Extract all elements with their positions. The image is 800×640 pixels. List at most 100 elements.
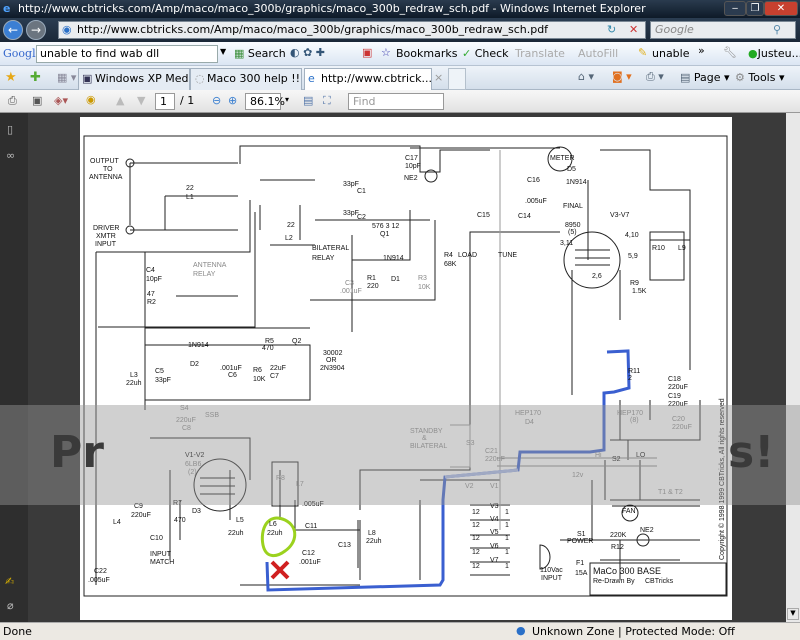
component-label: HEP170 <box>515 410 541 417</box>
component-label: C14 <box>518 213 531 220</box>
component-label: RELAY <box>193 271 216 278</box>
component-label: 220uF <box>668 401 688 408</box>
globe-icon: ● <box>516 624 526 637</box>
component-label: C21 <box>485 448 498 455</box>
component-label: SSB <box>205 412 219 419</box>
component-label: D3 <box>192 508 201 515</box>
filament-voltage-label: 12 <box>472 509 480 516</box>
component-label: 22uh <box>366 538 382 545</box>
component-label: 220uF <box>176 417 196 424</box>
component-label: L5 <box>236 517 244 524</box>
component-label: 2 <box>628 375 632 382</box>
component-label: RELAY <box>312 255 335 262</box>
schematic-diagram: OUTPUTTOANTENNADRIVERXMTRINPUT22L122L233… <box>83 135 728 597</box>
status-bar: Done ● Unknown Zone | Protected Mode: Of… <box>0 622 800 640</box>
filament-voltage-label: 12 <box>472 522 480 529</box>
component-label: ANTENNA <box>193 262 227 269</box>
component-label: 3,11 <box>560 240 573 247</box>
component-label: Hi <box>595 452 602 459</box>
component-label: V5 <box>490 529 499 536</box>
component-label: & <box>422 435 427 442</box>
component-label: S4 <box>180 405 189 412</box>
component-label: C6 <box>228 372 237 379</box>
component-label: (8) <box>630 417 639 424</box>
component-label: INPUT <box>541 575 563 582</box>
component-label: R11 <box>628 368 640 375</box>
component-label: MATCH <box>150 559 174 566</box>
component-label: LO <box>636 452 646 459</box>
component-label: 220uF <box>672 424 692 431</box>
component-label: DRIVER <box>93 225 119 232</box>
component-label: R5 <box>265 338 274 345</box>
component-label: STANDBY <box>410 428 443 435</box>
component-label: 220 <box>367 283 379 290</box>
component-label: INPUT <box>150 551 172 558</box>
component-label: TO <box>103 166 113 173</box>
component-label: L6 <box>269 521 277 528</box>
component-label: D2 <box>190 361 199 368</box>
component-label: 6LB6 <box>185 461 201 468</box>
component-label: TUNE <box>498 252 517 259</box>
component-label: D4 <box>525 419 534 426</box>
component-label: ANTENNA <box>89 174 123 181</box>
component-labels: OUTPUTTOANTENNADRIVERXMTRINPUT22L122L233… <box>88 155 692 584</box>
component-label: C16 <box>527 177 540 184</box>
component-label: R9 <box>630 280 639 287</box>
component-label: 220K <box>610 532 627 539</box>
light-blue-highlight-path <box>444 468 519 479</box>
author-label: CBTricks <box>645 578 674 585</box>
component-label: OR <box>326 357 337 364</box>
component-label: C7 <box>270 373 279 380</box>
component-label: 68K <box>444 261 457 268</box>
component-label: 2N3904 <box>320 365 345 372</box>
schematic-title: MaCo 300 BASE <box>593 566 661 576</box>
component-label: C5 <box>155 368 164 375</box>
component-label: L9 <box>678 245 686 252</box>
component-label: 10K <box>418 284 431 291</box>
component-label: V1 <box>490 483 499 490</box>
component-label: V3-V7 <box>610 212 630 219</box>
component-label: XMTR <box>96 233 116 240</box>
component-label: METER <box>550 155 575 162</box>
component-label: V6 <box>490 543 499 550</box>
component-label: C17 <box>405 155 418 162</box>
component-label: 22uh <box>126 380 142 387</box>
component-label: C11 <box>305 523 317 530</box>
component-label: S3 <box>466 440 475 447</box>
component-label: 220uF <box>485 456 505 463</box>
component-label: 470 <box>174 517 186 524</box>
component-label: R12 <box>611 544 624 551</box>
component-label: .001uF <box>220 365 242 372</box>
component-label: D1 <box>391 276 400 283</box>
component-label: .001uF <box>299 559 321 566</box>
component-label: T1 & T2 <box>658 489 683 496</box>
component-label: 10pF <box>405 163 421 170</box>
security-zone[interactable]: Unknown Zone | Protected Mode: Off <box>532 625 735 638</box>
component-label: 2,6 <box>592 273 602 280</box>
component-label: 576 3 12 <box>372 223 399 230</box>
component-label: 110Vac <box>540 567 563 574</box>
component-label: C12 <box>302 550 315 557</box>
component-label: POWER <box>567 538 593 545</box>
component-label: BILATERAL <box>312 245 349 252</box>
component-label: FAN <box>622 508 636 515</box>
component-label: OUTPUT <box>90 158 120 165</box>
component-label: S2 <box>612 456 621 463</box>
copyright-notice: Copyright © 1998 1999 CBTricks, All righ… <box>718 398 726 560</box>
component-label: 47 <box>147 291 155 298</box>
filament-voltage-label: 1 <box>505 535 509 542</box>
component-label: C20 <box>672 416 685 423</box>
component-label: V3 <box>490 503 499 510</box>
component-label: .005uF <box>302 501 324 508</box>
component-label: 15A <box>575 570 588 577</box>
component-label: D5 <box>567 166 576 173</box>
filament-voltage-label: 1 <box>505 549 509 556</box>
component-label: C18 <box>668 376 681 383</box>
component-label: F1 <box>576 560 584 567</box>
component-label: C15 <box>477 212 490 219</box>
component-label: V7 <box>490 557 499 564</box>
component-label: C8 <box>182 425 191 432</box>
red-x-mark <box>270 560 290 580</box>
component-label: C9 <box>134 503 143 510</box>
component-label: R2 <box>147 299 156 306</box>
